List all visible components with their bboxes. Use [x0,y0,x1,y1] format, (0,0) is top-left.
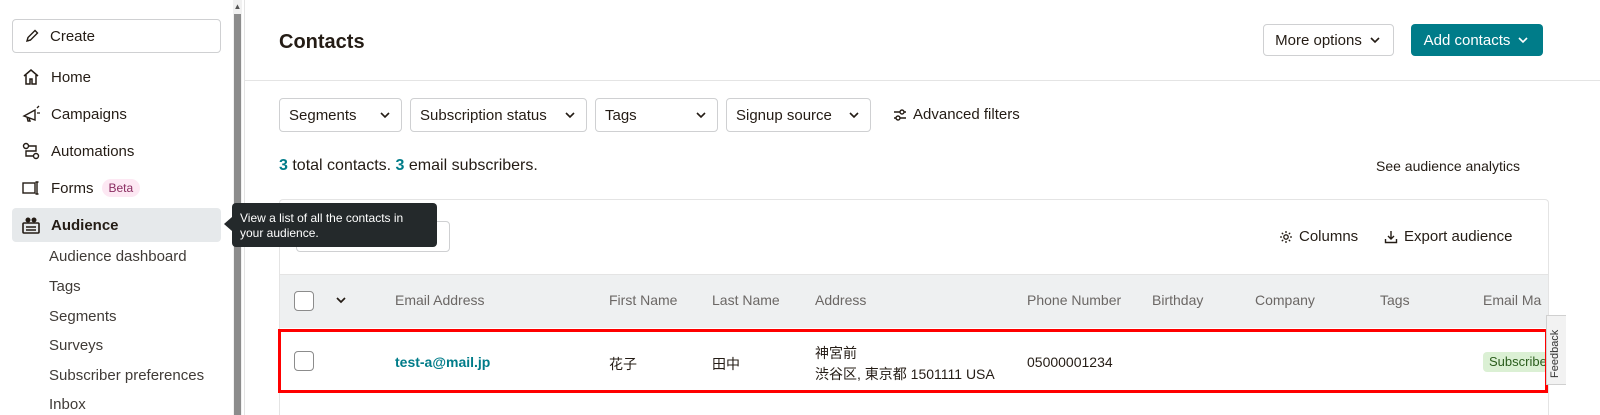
chevron-down-icon [565,112,575,119]
sidebar-subitem-subscriber-preferences[interactable]: Subscriber preferences [49,367,204,384]
column-header-address[interactable]: Address [815,292,866,308]
filter-label: Tags [605,106,637,124]
sidebar-subitem-inbox[interactable]: Inbox [49,396,86,413]
scroll-up-arrow-icon[interactable]: ▲ [233,2,242,12]
more-options-button[interactable]: More options [1263,24,1394,56]
see-audience-analytics-link[interactable]: See audience analytics [1376,158,1520,174]
filter-subscription-status[interactable]: Subscription status [410,98,587,132]
sidebar-subitem-surveys[interactable]: Surveys [49,337,103,354]
columns-label: Columns [1299,228,1359,245]
add-contacts-label: Add contacts [1423,31,1511,49]
row-checkbox[interactable] [294,351,314,371]
add-contacts-button[interactable]: Add contacts [1411,24,1543,56]
column-header-email[interactable]: Email Address [395,292,484,308]
header-divider [245,80,1600,81]
contact-phone: 05000001234 [1027,354,1113,370]
tooltip-line-2: your audience. [240,226,319,240]
tooltip-line-1: View a list of all the contacts in [240,211,404,225]
filter-label: Signup source [736,106,832,124]
automation-icon [20,140,42,162]
sliders-icon [894,108,906,121]
filter-segments[interactable]: Segments [279,98,402,132]
chevron-down-icon[interactable] [336,295,346,305]
sidebar-item-label: Campaigns [51,105,127,123]
sidebar-item-automations[interactable]: Automations [12,134,221,168]
sidebar-item-forms[interactable]: Forms Beta [12,171,221,205]
chevron-down-icon [849,112,859,119]
tooltip-arrow [224,217,232,231]
sidebar-item-campaigns[interactable]: Campaigns [12,97,221,131]
chevron-down-icon [380,112,390,119]
total-contacts-text: total contacts. [292,157,392,174]
status-badge: Subscribed [1483,352,1546,372]
sidebar-item-label: Home [51,68,92,86]
filter-label: Subscription status [420,106,547,124]
filter-label: Segments [289,106,357,124]
contact-last-name: 田中 [712,356,740,372]
sidebar-item-label: Forms [51,179,94,197]
column-header-tags[interactable]: Tags [1380,292,1410,308]
contact-address-line2: 渋谷区, 東京都 1501111 USA [815,366,995,382]
sidebar-item-audience[interactable]: Audience [12,208,221,242]
more-options-label: More options [1275,31,1362,49]
gear-icon [1280,230,1292,243]
column-header-company[interactable]: Company [1255,292,1315,308]
contacts-summary: 3 total contacts. 3 email subscribers. [279,157,538,175]
sidebar-item-label: Audience [51,216,119,234]
column-header-first-name[interactable]: First Name [609,292,677,308]
export-audience-label: Export audience [1404,228,1513,245]
audience-tooltip: View a list of all the contacts in your … [232,203,437,247]
feedback-label: Feedback [1549,329,1561,378]
column-header-birthday[interactable]: Birthday [1152,292,1203,308]
beta-badge: Beta [101,179,141,197]
sidebar-item-home[interactable]: Home [12,60,221,94]
sidebar-subitem-tags[interactable]: Tags [49,278,81,295]
column-header-last-name[interactable]: Last Name [712,292,780,308]
sidebar: Create Home Campaigns Automations Forms … [0,0,233,415]
email-subscribers-count[interactable]: 3 [396,157,405,174]
contact-first-name: 花子 [609,356,637,372]
columns-button[interactable]: Columns [1279,228,1358,245]
sidebar-subitem-segments[interactable]: Segments [49,308,117,325]
megaphone-icon [20,103,42,125]
forms-icon [20,177,42,199]
create-label: Create [50,27,96,45]
advanced-filters-label: Advanced filters [913,106,1020,123]
home-icon [20,66,42,88]
filter-tags[interactable]: Tags [595,98,718,132]
contact-address-line1: 神宮前 [815,345,857,361]
page-title: Contacts [279,31,365,53]
sidebar-subitem-audience-dashboard[interactable]: Audience dashboard [49,248,187,265]
total-contacts-count[interactable]: 3 [279,157,288,174]
feedback-tab[interactable]: Feedback [1546,315,1566,385]
email-subscribers-text: email subscribers. [408,157,538,174]
column-header-phone[interactable]: Phone Number [1027,292,1121,308]
chevron-down-icon [696,112,706,119]
export-audience-button[interactable]: Export audience [1384,228,1512,245]
audience-icon [20,214,42,236]
chevron-down-icon [1518,37,1528,44]
sidebar-item-label: Automations [51,142,135,160]
download-icon [1384,230,1398,243]
filter-signup-source[interactable]: Signup source [726,98,871,132]
status-cell: Subscribed [1483,350,1546,374]
advanced-filters-button[interactable]: Advanced filters [893,106,1020,123]
chevron-down-icon [1370,37,1380,44]
contact-email-link[interactable]: test-a@mail.jp [395,354,490,370]
select-all-checkbox[interactable] [294,291,314,311]
create-button[interactable]: Create [12,19,221,53]
pencil-icon [25,29,39,43]
column-header-email-marketing[interactable]: Email Ma [1483,292,1546,308]
